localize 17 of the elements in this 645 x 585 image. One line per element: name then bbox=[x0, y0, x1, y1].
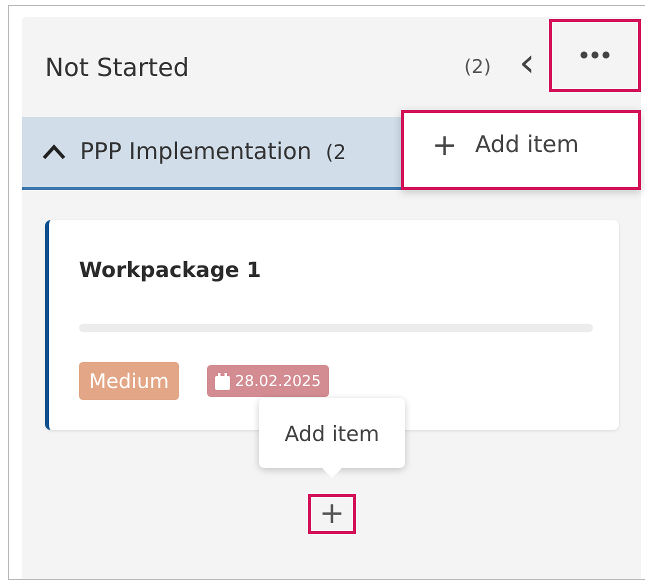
due-date: 28.02.2025 bbox=[234, 372, 321, 390]
more-icon bbox=[580, 51, 610, 59]
add-button[interactable]: + bbox=[308, 494, 356, 534]
column-title: Not Started bbox=[45, 52, 190, 82]
tooltip-arrow bbox=[322, 468, 342, 478]
column-count: (2) bbox=[464, 56, 491, 78]
card-title: Workpackage 1 bbox=[79, 258, 262, 282]
plus-icon: + bbox=[432, 128, 458, 162]
group-count: (2 bbox=[326, 140, 346, 164]
more-button[interactable] bbox=[549, 18, 641, 92]
menu-item[interactable]: + Add item bbox=[401, 110, 641, 190]
collapse-button[interactable]: ‹ bbox=[519, 48, 535, 86]
calendar-icon bbox=[214, 372, 230, 390]
group-title: PPP Implementation bbox=[80, 139, 312, 165]
chevron-icon bbox=[42, 144, 66, 160]
priority-tag: Medium bbox=[79, 362, 179, 400]
menu-item-label: Add item bbox=[475, 132, 579, 158]
